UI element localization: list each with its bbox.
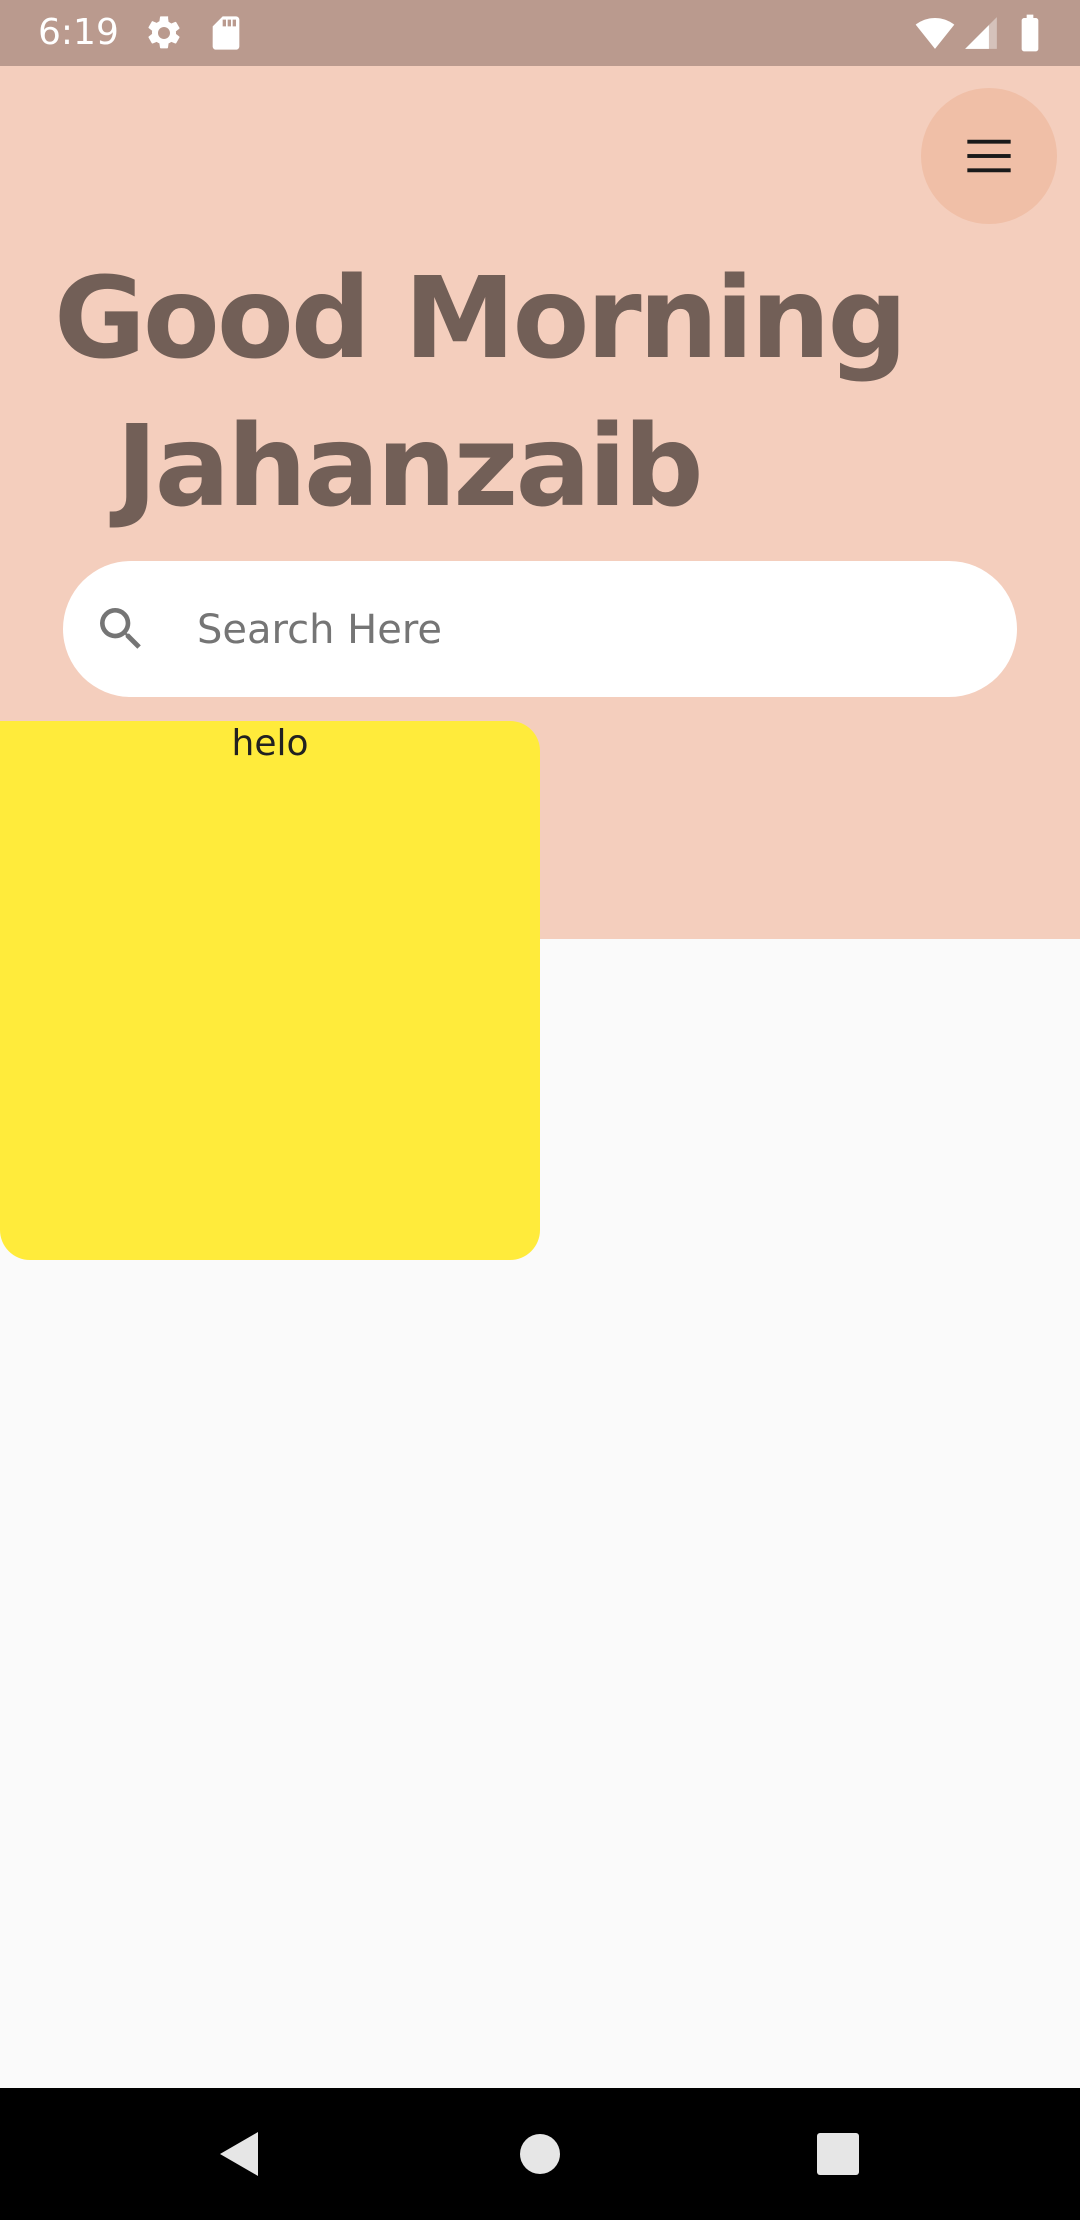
home-icon (520, 2134, 560, 2174)
back-button[interactable] (200, 2114, 280, 2194)
menu-button[interactable] (921, 88, 1057, 224)
user-name: Jahanzaib (116, 402, 704, 532)
cell-signal-icon (962, 13, 1002, 53)
recents-icon (817, 2133, 859, 2175)
card-label: helo (231, 723, 309, 764)
battery-icon (1012, 13, 1052, 53)
gear-icon (144, 13, 184, 53)
greeting-title: Good Morning Jahanzaib (54, 245, 1014, 541)
wifi-icon (914, 13, 955, 53)
search-input[interactable] (195, 591, 979, 669)
menu-icon (967, 139, 1011, 173)
search-icon (100, 608, 141, 649)
status-time: 6:19 (38, 12, 119, 53)
navigation-bar (0, 2088, 1080, 2220)
search-bar[interactable] (63, 561, 1017, 697)
status-bar: 6:19 (0, 0, 1080, 66)
greeting-line: Good Morning (54, 254, 908, 384)
card[interactable]: helo (0, 721, 540, 1260)
recents-button[interactable] (798, 2114, 878, 2194)
home-button[interactable] (500, 2114, 580, 2194)
back-icon (220, 2132, 258, 2176)
sd-card-icon (206, 13, 246, 53)
